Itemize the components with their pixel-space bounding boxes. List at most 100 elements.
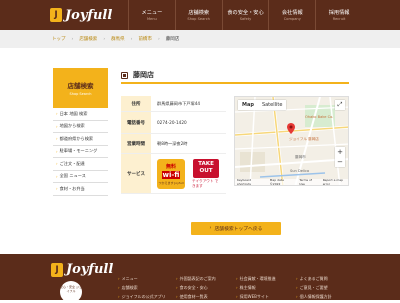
nav-sub: Menu xyxy=(146,17,157,21)
nav-shop-search[interactable]: 店舗検索 Shop Search xyxy=(174,0,222,30)
footer-link[interactable]: › 採用WEBサイト xyxy=(236,294,276,303)
logo-badge: J xyxy=(51,262,63,277)
service-badges: 無料 wi-fi つかえます Joyfull TAKE OUT テイクアウト で… xyxy=(151,154,226,193)
nav-recruit[interactable]: 採用情報 Recruit xyxy=(315,0,362,30)
sidebar-subtitle: Shop Search xyxy=(69,92,92,96)
chevron-right-icon: › xyxy=(56,136,58,142)
nav-sub: Safety xyxy=(239,17,252,21)
sidebar-item-label: 全国 ニュース xyxy=(59,173,86,179)
info-row-service: サービス 無料 wi-fi つかえます Joyfull TAKE OUT テイク… xyxy=(121,154,226,194)
store-info-table: 住所 群馬県藤岡市下戸塚44 電話番号 0274-20-1420 営業時間 朝8… xyxy=(121,96,226,194)
footer-link[interactable]: › メニュー xyxy=(118,276,166,285)
chevron-right-icon: › xyxy=(296,276,298,281)
footer-link[interactable]: › 店舗検索 xyxy=(118,285,166,294)
map-place-label: ジョイフル 藤岡店 xyxy=(289,137,319,141)
nav-sub: Company xyxy=(283,17,301,21)
footer-link[interactable]: › 食の安全・安心 xyxy=(176,285,216,294)
store-name: 藤岡店 xyxy=(133,71,154,79)
breadcrumb-current: 藤岡店 xyxy=(165,37,180,42)
info-key: 営業時間 xyxy=(121,134,151,153)
wifi-badge-line3: つかえます Joyfull xyxy=(158,180,184,185)
chevron-right-icon: › xyxy=(236,276,238,281)
chevron-right-icon: › xyxy=(236,285,238,290)
sidebar-item[interactable]: › 食材・お弁当 xyxy=(53,183,108,196)
sidebar-header: 店舗検索 Shop Search xyxy=(53,68,108,108)
nav-label: 店舗検索 xyxy=(188,10,210,16)
chevron-right-icon: › xyxy=(236,294,238,299)
logo-text: Joyfull xyxy=(65,7,113,23)
free-wifi-badge: 無料 wi-fi つかえます Joyfull xyxy=(157,158,185,189)
sidebar-item[interactable]: › 都道府県から検索 xyxy=(53,133,108,146)
zoom-out-button[interactable]: − xyxy=(335,157,345,167)
map-tab[interactable]: Map xyxy=(238,100,258,110)
nav-company[interactable]: 会社情報 Company xyxy=(268,0,315,30)
store-title-bar: 藤岡店 xyxy=(121,68,349,84)
sidebar-item[interactable]: › ご注文・配達 xyxy=(53,158,108,171)
map-footer-link[interactable]: Keyboard shortcuts xyxy=(237,178,265,185)
nav-menu[interactable]: メニュー Menu xyxy=(128,0,175,30)
map-type-tabs: Map Satellite xyxy=(238,100,287,110)
chevron-right-icon: › xyxy=(296,294,298,299)
map-footer-link[interactable]: Terms of Use xyxy=(299,178,317,185)
store-detail: 藤岡店 住所 群馬県藤岡市下戸塚44 電話番号 0274-20-1420 営業時… xyxy=(121,68,349,194)
breadcrumb: トップ › 店舗検索 › 群馬県 › 前橋市 › 藤岡店 xyxy=(0,30,400,48)
sidebar-item[interactable]: › 駐車場・モーニング xyxy=(53,146,108,158)
badge-list: 無料 wi-fi つかえます Joyfull TAKE OUT テイクアウト で… xyxy=(157,158,220,189)
sidebar-item[interactable]: › 全国 ニュース xyxy=(53,171,108,183)
sidebar-item-label: ご注文・配達 xyxy=(59,160,85,166)
footer-link[interactable]: › 外国語表記のご案内 xyxy=(176,276,216,285)
sidebar: 店舗検索 Shop Search › 日本 地図 検索 › 地図から検索 › 都道府県… xyxy=(53,68,108,196)
takeout-badge: TAKE OUT テイクアウト できます xyxy=(192,158,220,189)
chevron-right-icon: › xyxy=(56,173,58,179)
info-key: 電話番号 xyxy=(121,112,151,133)
footer-link-label: 外国語表記のご案内 xyxy=(179,276,216,281)
chevron-right-icon: › xyxy=(56,161,58,167)
footer-col-4: › よくあるご質問 › ご意見・ご要望 › 個人情報保護方針 xyxy=(296,276,332,303)
fullscreen-icon[interactable]: ⤢ xyxy=(335,100,345,110)
breadcrumb-link[interactable]: 前橋市 xyxy=(138,36,152,42)
breadcrumb-link[interactable]: トップ xyxy=(52,36,66,42)
chevron-right-icon: › xyxy=(118,285,120,290)
footer-link[interactable]: › 使用食材一覧表 xyxy=(176,294,216,303)
footer-link-label: よくあるご質問 xyxy=(299,276,328,281)
footer-link[interactable]: › ご意見・ご要望 xyxy=(296,285,332,294)
google-map[interactable]: Map Satellite ⤢ Ohako Bake Co. ジョイフル 藤岡店… xyxy=(234,96,349,186)
footer-link[interactable]: › ジョイフルの公式アプリ xyxy=(118,294,166,303)
footer-link-label: 店舗検索 xyxy=(121,285,138,290)
footer-link[interactable]: › よくあるご質問 xyxy=(296,276,332,285)
satellite-tab[interactable]: Satellite xyxy=(258,100,286,110)
logo[interactable]: J Joyfull xyxy=(50,6,112,24)
back-button-label: 店舗検索トップへ戻る xyxy=(214,227,263,232)
map-footer: Keyboard shortcuts Map data ©2022 Terms … xyxy=(235,178,348,185)
sidebar-item-label: 日本 地図 検索 xyxy=(59,110,88,116)
nav-label: メニュー xyxy=(141,10,163,16)
chevron-right-icon: › xyxy=(56,111,58,117)
footer-link[interactable]: › 個人情報保護方針 xyxy=(296,294,332,303)
phone-link[interactable]: 0274-20-1420 xyxy=(151,112,226,133)
store-icon xyxy=(121,71,128,79)
sidebar-item[interactable]: › 日本 地図 検索 xyxy=(53,108,108,121)
footer-link-label: ご意見・ご要望 xyxy=(299,285,328,290)
footer-link-label: 使用食材一覧表 xyxy=(179,294,208,299)
footer-link[interactable]: › 株主情報 xyxy=(236,285,276,294)
chevron-right-icon: › xyxy=(118,294,120,299)
breadcrumb-link[interactable]: 店舗検索 xyxy=(79,36,97,42)
nav-safety[interactable]: 食の安全・安心 Safety xyxy=(221,0,269,30)
sidebar-item[interactable]: › 地図から検索 xyxy=(53,121,108,133)
nav-sub: Recruit xyxy=(332,17,346,21)
chevron-right-icon: › xyxy=(176,285,178,290)
footer-link[interactable]: › 社会貢献・環境推進 xyxy=(236,276,276,285)
takeout-box: TAKE OUT xyxy=(193,158,219,178)
logo-badge: J xyxy=(50,8,62,22)
footer-logo[interactable]: J Joyfull xyxy=(51,262,113,277)
back-to-search-button[interactable]: › 店舗検索トップへ戻る xyxy=(191,222,281,235)
breadcrumb-separator: › xyxy=(157,36,160,42)
site-header: J Joyfull メニュー Menu 店舗検索 Shop Search 食の安全・… xyxy=(0,0,400,30)
zoom-control: + − xyxy=(335,147,345,167)
info-row-phone: 電話番号 0274-20-1420 xyxy=(121,112,226,134)
map-footer-link[interactable]: Report a map error xyxy=(323,178,348,185)
breadcrumb-link[interactable]: 群馬県 xyxy=(111,36,125,42)
chevron-right-icon: › xyxy=(176,276,178,281)
info-value: 朝8時～深夜2時 xyxy=(157,140,188,146)
zoom-in-button[interactable]: + xyxy=(335,147,345,157)
